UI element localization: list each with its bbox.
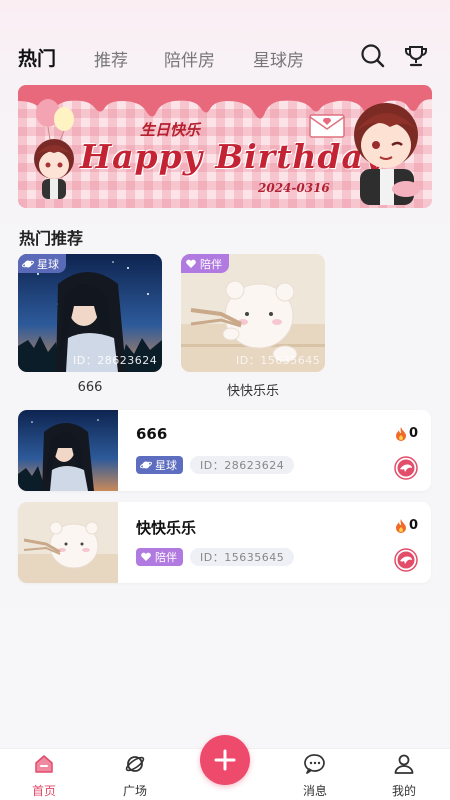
search-icon[interactable] bbox=[359, 42, 387, 70]
planet-badge: 星球 bbox=[18, 254, 66, 273]
user-icon bbox=[394, 754, 414, 774]
planet-badge-label: 星球 bbox=[37, 257, 59, 271]
heat-counter: 0 bbox=[395, 518, 418, 533]
chat-bubble-icon bbox=[304, 754, 325, 774]
recommend-card-planet[interactable]: 星球 ID：28623624 bbox=[18, 254, 162, 372]
fire-icon bbox=[395, 426, 406, 441]
planet-tag: 星球 bbox=[136, 456, 183, 474]
plus-icon bbox=[214, 749, 236, 771]
companion-tag: 陪伴 bbox=[136, 548, 183, 566]
chibi-character-right bbox=[354, 103, 420, 205]
room-id-pill: ID：15635645 bbox=[190, 548, 295, 566]
tab-companion-room[interactable]: 陪伴房 bbox=[164, 46, 215, 71]
fire-icon bbox=[395, 518, 406, 533]
recommend-card-name: 快快乐乐 bbox=[226, 384, 279, 399]
birthday-banner[interactable]: 生日快乐 Happy Birthday 2024-0316 bbox=[18, 85, 432, 208]
companion-icon bbox=[141, 552, 151, 561]
nav-square-label: 广场 bbox=[122, 784, 147, 798]
room-list-item[interactable]: 666 星球 ID：28623624 0 bbox=[18, 410, 431, 491]
section-title-hot-recommend: 热门推荐 bbox=[19, 229, 84, 248]
tab-planet-room[interactable]: 星球房 bbox=[253, 46, 304, 71]
planet-tag-label: 星球 bbox=[155, 459, 177, 472]
trophy-icon[interactable] bbox=[402, 42, 430, 70]
room-id-text: ID：28623624 bbox=[73, 354, 158, 367]
dolphin-badge-icon bbox=[394, 456, 418, 480]
companion-badge-label: 陪伴 bbox=[200, 257, 222, 271]
nav-messages[interactable]: 消息 bbox=[285, 753, 345, 799]
top-tab-bar: 热门 推荐 陪伴房 星球房 bbox=[0, 0, 450, 85]
nav-square[interactable]: 广场 bbox=[105, 753, 165, 799]
banner-date: 2024-0316 bbox=[258, 181, 330, 195]
room-id-text: ID：15635645 bbox=[236, 354, 321, 367]
heat-value: 0 bbox=[408, 518, 418, 533]
heat-counter: 0 bbox=[395, 426, 418, 441]
dolphin-badge-icon bbox=[394, 548, 418, 572]
recommend-card-companion[interactable]: 陪伴 ID：15635645 bbox=[181, 254, 325, 372]
companion-badge: 陪伴 bbox=[181, 254, 229, 273]
room-id-pill: ID：28623624 bbox=[190, 456, 295, 474]
room-name: 666 bbox=[136, 425, 168, 443]
room-list-item[interactable]: 快快乐乐 陪伴 ID：15635645 0 bbox=[18, 502, 431, 583]
banner-title: Happy Birthday bbox=[80, 137, 385, 176]
nav-home-label: 首页 bbox=[31, 784, 56, 798]
nav-profile-label: 我的 bbox=[391, 784, 416, 798]
recommend-card-name: 666 bbox=[77, 380, 103, 395]
companion-tag-label: 陪伴 bbox=[155, 551, 177, 564]
nav-messages-label: 消息 bbox=[302, 784, 327, 798]
tab-recommend[interactable]: 推荐 bbox=[94, 46, 128, 71]
heat-value: 0 bbox=[408, 426, 418, 441]
nav-profile[interactable]: 我的 bbox=[374, 753, 434, 799]
planet-nav-icon bbox=[125, 756, 145, 772]
nav-home[interactable]: 首页 bbox=[14, 753, 74, 799]
envelope-icon bbox=[309, 114, 345, 138]
planet-icon bbox=[22, 260, 34, 267]
room-thumbnail bbox=[18, 502, 118, 583]
companion-icon bbox=[186, 259, 196, 268]
chibi-character-left bbox=[34, 139, 74, 199]
tab-hot[interactable]: 热门 bbox=[18, 44, 56, 71]
room-name: 快快乐乐 bbox=[136, 519, 197, 537]
home-icon bbox=[35, 755, 53, 773]
create-room-button[interactable] bbox=[200, 735, 250, 785]
room-thumbnail bbox=[18, 410, 118, 491]
bottom-navigation: 首页 广场 消息 我的 bbox=[0, 735, 450, 800]
planet-icon bbox=[140, 461, 152, 469]
